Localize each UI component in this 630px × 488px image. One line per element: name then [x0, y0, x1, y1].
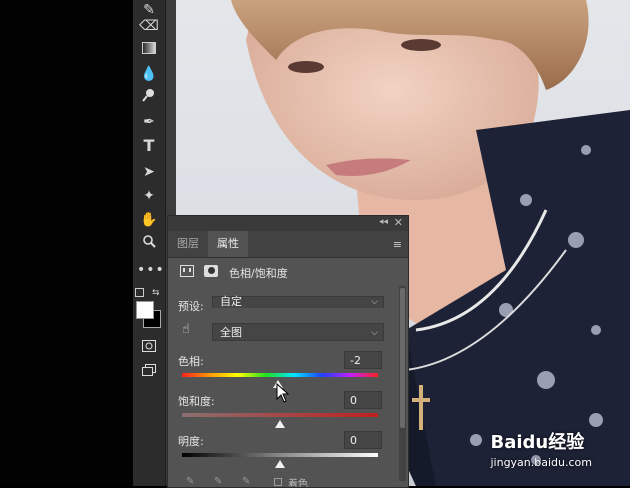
- blur-drop-icon[interactable]: 💧: [137, 64, 161, 84]
- pen-icon[interactable]: ✒: [137, 112, 161, 132]
- saturation-input[interactable]: 0: [344, 391, 382, 409]
- screen-mode-icon[interactable]: [137, 362, 161, 382]
- foreground-color-swatch[interactable]: [136, 301, 154, 319]
- panel-scrollbar[interactable]: [399, 286, 406, 481]
- adjustment-title: 色相/饱和度: [229, 267, 288, 280]
- eyedropper-row: ✎ ✎ ✎ 着色: [168, 474, 408, 487]
- lightness-input[interactable]: 0: [344, 431, 382, 449]
- saturation-slider-thumb[interactable]: [275, 420, 285, 428]
- colorize-label: 着色: [288, 479, 308, 487]
- quick-mask-icon[interactable]: [137, 338, 161, 358]
- preset-value: 自定: [220, 295, 242, 308]
- properties-panel: ◂◂ ✕ 图层 属性 ≡ 色相/饱和度 预设: 自定 ⌵ ☝ 全图 ⌵ 色相:: [167, 215, 409, 488]
- panel-title-bar[interactable]: ◂◂ ✕: [168, 216, 408, 231]
- panel-tabs: 图层 属性 ≡: [168, 231, 408, 258]
- path-select-icon[interactable]: ➤: [137, 162, 161, 182]
- tools-panel: ✎ ⌫ 💧 ✒ T ➤ ✦ ✋ ••• ⇆: [133, 0, 166, 486]
- eyedropper-plus-icon[interactable]: ✎: [214, 476, 222, 487]
- range-row: ☝ 全图 ⌵: [168, 322, 408, 342]
- hue-input[interactable]: -2: [344, 351, 382, 369]
- zoom-icon[interactable]: [137, 234, 161, 254]
- hand-icon[interactable]: ✋: [137, 210, 161, 230]
- baidu-watermark: Baidu经验 jingyan.baidu.com: [490, 428, 592, 469]
- default-colors-icon[interactable]: [135, 288, 144, 297]
- panel-menu-icon[interactable]: ≡: [393, 238, 402, 251]
- hue-label: 色相:: [178, 355, 204, 368]
- tab-layers[interactable]: 图层: [168, 231, 208, 257]
- preset-row: 预设: 自定 ⌵: [168, 296, 408, 314]
- saturation-label: 饱和度:: [178, 395, 215, 408]
- preset-select[interactable]: 自定 ⌵: [212, 296, 384, 308]
- more-tools-icon[interactable]: •••: [137, 260, 164, 280]
- range-select[interactable]: 全图 ⌵: [212, 323, 384, 341]
- eyedropper-minus-icon[interactable]: ✎: [242, 476, 250, 487]
- lightness-control: 明度: 0: [168, 431, 408, 471]
- adjustment-header: 色相/饱和度: [168, 264, 408, 284]
- type-icon[interactable]: T: [137, 136, 161, 156]
- mask-icon[interactable]: [204, 265, 218, 277]
- lightness-label: 明度:: [178, 435, 204, 448]
- hue-saturation-icon: [180, 265, 194, 277]
- hue-slider-track[interactable]: [182, 373, 378, 377]
- gradient-icon[interactable]: [137, 40, 161, 60]
- color-swatches[interactable]: ⇆: [135, 288, 163, 330]
- range-value: 全图: [220, 326, 242, 339]
- panel-scrollbar-thumb[interactable]: [400, 288, 405, 428]
- watermark-brand: Baidu经验: [490, 432, 585, 453]
- chevron-down-icon: ⌵: [371, 328, 378, 338]
- eraser-icon[interactable]: ⌫: [137, 16, 161, 36]
- watermark-url: jingyan.baidu.com: [490, 456, 592, 469]
- swap-colors-icon[interactable]: ⇆: [152, 288, 160, 298]
- dodge-icon[interactable]: [137, 88, 161, 108]
- collapse-icon[interactable]: ◂◂: [379, 217, 388, 227]
- lightness-slider-thumb[interactable]: [275, 460, 285, 468]
- left-black-area: [0, 0, 133, 486]
- mouse-cursor: [276, 382, 290, 403]
- eyedropper-icon[interactable]: ✎: [186, 476, 194, 487]
- close-icon[interactable]: ✕: [394, 216, 403, 229]
- targeted-adjustment-hand-icon[interactable]: ☝: [182, 322, 190, 337]
- colorize-checkbox[interactable]: [274, 478, 282, 486]
- preset-label: 预设:: [178, 300, 204, 313]
- saturation-slider-track[interactable]: [182, 413, 378, 417]
- lightness-slider-track[interactable]: [182, 453, 378, 457]
- tab-properties[interactable]: 属性: [208, 231, 248, 257]
- shape-icon[interactable]: ✦: [137, 186, 161, 206]
- chevron-down-icon: ⌵: [371, 297, 378, 307]
